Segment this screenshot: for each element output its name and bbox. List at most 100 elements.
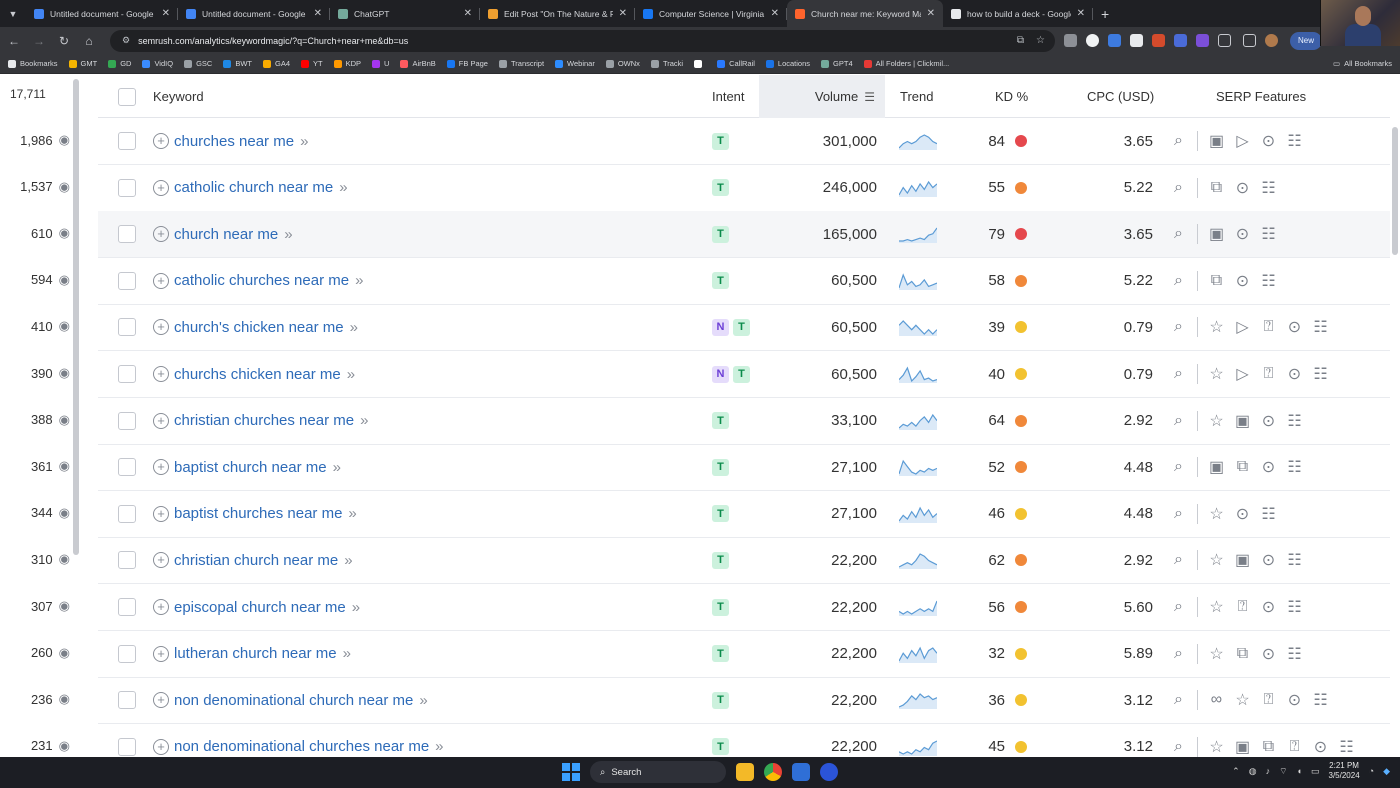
zoom-icon[interactable]	[820, 763, 838, 781]
keyword-link[interactable]: christian churches near me	[174, 412, 354, 429]
keyword-overview-chevron-icon[interactable]: »	[333, 459, 341, 476]
bookmark-item[interactable]: FB Page	[446, 59, 488, 68]
keyword-overview-chevron-icon[interactable]: »	[339, 179, 347, 196]
bookmark-item[interactable]: Bookmarks	[8, 59, 58, 68]
file-explorer-icon[interactable]	[736, 763, 754, 781]
table-row[interactable]: + churchs chicken near me » N T 60,500 40 0.79 ⌕…	[98, 351, 1390, 398]
keyword-overview-chevron-icon[interactable]: »	[348, 505, 356, 522]
row-checkbox[interactable]	[118, 365, 136, 383]
keyword-overview-chevron-icon[interactable]: »	[350, 319, 358, 336]
eye-icon[interactable]: ◉	[59, 505, 70, 521]
add-to-list-plus-icon[interactable]: +	[153, 412, 169, 429]
row-checkbox[interactable]	[118, 225, 136, 244]
site-info-icon[interactable]: ⚙	[122, 35, 130, 46]
serp-analysis-icon[interactable]: ⌕	[1170, 225, 1187, 243]
tab-close-icon[interactable]: ✕	[619, 8, 627, 19]
add-to-list-plus-icon[interactable]: +	[153, 645, 169, 662]
extension-red-icon[interactable]	[1152, 34, 1165, 47]
eye-icon[interactable]: ◉	[59, 738, 70, 754]
serp-analysis-icon[interactable]: ⌕	[1170, 132, 1187, 150]
row-checkbox[interactable]	[118, 598, 136, 616]
table-row[interactable]: + episcopal church near me » T 22,200 56 5.60 ⌕…	[98, 584, 1390, 631]
bookmark-item[interactable]: Webinar	[555, 59, 595, 68]
keyword-overview-chevron-icon[interactable]: »	[284, 226, 292, 243]
bookmark-item[interactable]: GPT4	[821, 59, 853, 68]
address-bar[interactable]: ⚙ semrush.com/analytics/keywordmagic/?q=…	[110, 29, 1055, 52]
serp-analysis-icon[interactable]: ⌕	[1170, 738, 1187, 756]
extension-purple-icon[interactable]	[1196, 34, 1209, 47]
table-row[interactable]: + baptist church near me » T 27,100 52 4.48 ⌕ ▣ ⧉…	[98, 444, 1390, 492]
bookmark-item[interactable]: GD	[108, 59, 131, 68]
eye-icon[interactable]: ◉	[59, 551, 70, 567]
browser-tab[interactable]: ChatGPT ✕	[330, 0, 480, 27]
header-keyword[interactable]: Keyword	[153, 75, 204, 118]
row-checkbox[interactable]	[118, 644, 136, 663]
add-to-list-plus-icon[interactable]: +	[153, 459, 169, 476]
add-to-list-plus-icon[interactable]: +	[153, 133, 169, 149]
forward-arrow-icon[interactable]: →	[28, 30, 50, 52]
notepad-icon[interactable]	[792, 763, 810, 781]
browser-tab[interactable]: Untitled document - Google Do ✕	[178, 0, 330, 27]
add-to-list-plus-icon[interactable]: +	[153, 179, 169, 196]
microphone-icon[interactable]: ♪	[1266, 766, 1271, 776]
row-checkbox[interactable]	[118, 504, 136, 523]
select-all-checkbox[interactable]	[118, 87, 136, 106]
serp-analysis-icon[interactable]: ⌕	[1170, 598, 1187, 616]
serp-analysis-icon[interactable]: ⌕	[1170, 551, 1187, 569]
browser-tab[interactable]: how to build a deck - Google S ✕	[943, 0, 1093, 27]
serp-analysis-icon[interactable]: ⌕	[1170, 691, 1187, 709]
keyword-overview-chevron-icon[interactable]: »	[352, 599, 360, 616]
header-kd[interactable]: KD %	[995, 75, 1028, 118]
add-to-list-plus-icon[interactable]: +	[153, 738, 169, 755]
bookmark-item[interactable]	[694, 59, 706, 68]
tab-close-icon[interactable]: ✕	[927, 8, 935, 19]
row-checkbox[interactable]	[118, 691, 136, 710]
eye-icon[interactable]: ◉	[59, 458, 70, 474]
serp-analysis-icon[interactable]: ⌕	[1170, 458, 1187, 476]
tray-app-icon[interactable]: ◍	[1249, 766, 1257, 777]
volume-icon[interactable]: ◖	[1297, 766, 1302, 776]
table-row[interactable]: + catholic church near me » T 246,000 55 5.22 ⌕…	[98, 165, 1390, 212]
keyword-overview-chevron-icon[interactable]: »	[360, 412, 368, 429]
eye-icon[interactable]: ◉	[59, 318, 70, 334]
bookmark-item[interactable]: U	[372, 59, 389, 68]
bookmark-item[interactable]: OWNx	[605, 59, 640, 68]
keyword-overview-chevron-icon[interactable]: »	[355, 272, 363, 289]
browser-tab[interactable]: Computer Science | Virginia De ✕	[635, 0, 787, 27]
eye-icon[interactable]: ◉	[59, 598, 70, 614]
table-row[interactable]: + non denominational church near me » T 22,2…	[98, 677, 1390, 725]
extension-vidiq-icon[interactable]	[1174, 34, 1187, 47]
bookmark-item[interactable]: Tracki	[650, 59, 683, 68]
header-trend[interactable]: Trend	[900, 75, 933, 118]
serp-analysis-icon[interactable]: ⌕	[1170, 505, 1187, 523]
new-chrome-button[interactable]: New	[1290, 31, 1323, 50]
keyword-overview-chevron-icon[interactable]: »	[347, 366, 355, 383]
tab-close-icon[interactable]: ✕	[162, 8, 170, 19]
row-checkbox[interactable]	[118, 411, 136, 430]
network-icon[interactable]: ⌔	[1279, 766, 1287, 777]
serp-analysis-icon[interactable]: ⌕	[1170, 318, 1187, 336]
taskbar-search[interactable]: ⌕ Search	[590, 761, 726, 783]
table-row[interactable]: + lutheran church near me » T 22,200 32 5.89 ⌕ ☆…	[98, 631, 1390, 678]
tab-close-icon[interactable]: ✕	[314, 8, 322, 19]
extension-blue-icon[interactable]	[1108, 34, 1121, 47]
row-checkbox[interactable]	[118, 132, 136, 150]
notification-bell-icon[interactable]: ◔	[1369, 766, 1374, 776]
all-bookmarks-button[interactable]: ▭ All Bookmarks	[1333, 59, 1392, 68]
battery-icon[interactable]: ▭	[1311, 766, 1320, 777]
keyword-link[interactable]: catholic churches near me	[174, 272, 349, 289]
tab-close-icon[interactable]: ✕	[771, 8, 779, 19]
reload-icon[interactable]: ↻	[53, 30, 75, 52]
page-scrollbar[interactable]	[1392, 127, 1398, 255]
row-checkbox[interactable]	[118, 318, 136, 337]
extension-pen-icon[interactable]	[1130, 34, 1143, 47]
keyword-link[interactable]: christian church near me	[174, 552, 338, 569]
table-row[interactable]: + baptist churches near me » T 27,100 46 4.48 ⌕…	[98, 491, 1390, 538]
tab-close-icon[interactable]: ✕	[1077, 8, 1085, 19]
keyword-link[interactable]: baptist church near me	[174, 459, 327, 476]
bookmark-star-icon[interactable]: ☆	[1036, 35, 1045, 46]
row-checkbox[interactable]	[118, 458, 136, 477]
tab-close-icon[interactable]: ✕	[464, 8, 472, 19]
back-arrow-icon[interactable]: ←	[3, 30, 25, 52]
bookmark-item[interactable]: CallRail	[717, 59, 755, 68]
